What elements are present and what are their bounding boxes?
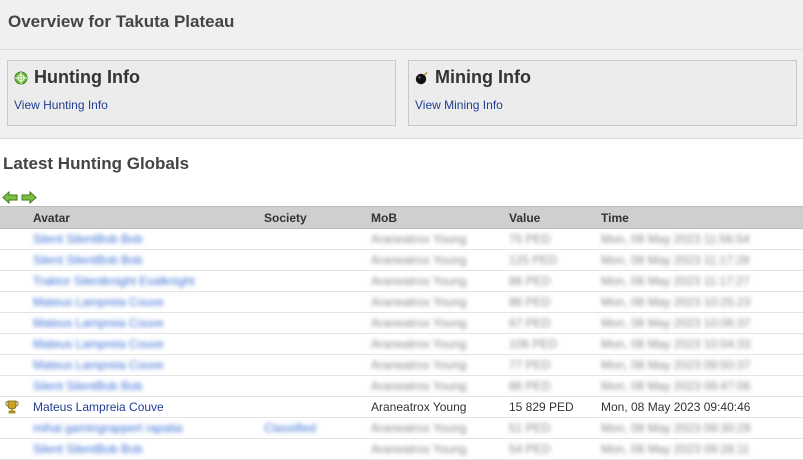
column-header-avatar[interactable]: Avatar <box>33 206 264 229</box>
row-icon-cell <box>0 270 33 292</box>
global-value: 86 PED <box>509 379 551 393</box>
trophy-icon <box>5 400 19 414</box>
global-value: 15 829 PED <box>509 400 574 414</box>
global-time: Mon, 08 May 2023 10:04:33 <box>601 337 751 351</box>
bomb-icon <box>415 71 428 84</box>
avatar-link[interactable]: Mateus Lampreia Couve <box>33 400 164 414</box>
mob-name: Araneatrox Young <box>371 295 467 309</box>
mob-name: Araneatrox Young <box>371 400 467 414</box>
arrow-left-icon[interactable] <box>2 191 18 204</box>
global-value: 51 PED <box>509 421 551 435</box>
column-header-mob[interactable]: MoB <box>371 206 509 229</box>
hunting-globals-table: Avatar Society MoB Value Time Silent Sil… <box>0 206 803 460</box>
global-value: 54 PED <box>509 442 551 456</box>
hunting-info-title: Hunting Info <box>34 67 140 87</box>
avatar-link[interactable]: Traktor Silentknight Evalknight <box>33 274 195 288</box>
row-icon-cell <box>0 312 33 334</box>
avatar-link[interactable]: Silent SilentBob Bob <box>33 232 142 246</box>
row-icon-cell <box>0 291 33 313</box>
column-header-time[interactable]: Time <box>601 206 803 229</box>
mining-info-heading: Mining Info <box>415 67 531 88</box>
table-row: Silent SilentBob Bob Araneatrox Young 75 P… <box>0 228 803 250</box>
column-header-society[interactable]: Society <box>264 206 371 229</box>
table-row: Mateus Lampreia Couve Araneatrox Young 67 … <box>0 312 803 334</box>
global-time: Mon, 08 May 2023 11:56:54 <box>601 232 750 246</box>
avatar-link[interactable]: Mateus Lampreia Couve <box>33 337 164 351</box>
avatar-link[interactable]: Silent SilentBob Bob <box>33 442 142 456</box>
global-value: 125 PED <box>509 253 558 267</box>
global-value: 86 PED <box>509 274 551 288</box>
mob-name: Araneatrox Young <box>371 442 467 456</box>
table-row: Mateus Lampreia Couve Araneatrox Young 86 … <box>0 291 803 313</box>
mob-name: Araneatrox Young <box>371 316 467 330</box>
row-icon-cell <box>0 396 33 418</box>
table-row: Mateus Lampreia Couve Araneatrox Young 106… <box>0 333 803 355</box>
global-value: 77 PED <box>509 358 551 372</box>
page-header: Overview for Takuta Plateau <box>0 0 803 50</box>
row-icon-cell <box>0 375 33 397</box>
table-row: Mateus Lampreia Couve Araneatrox Young 15 … <box>0 396 803 418</box>
global-time: Mon, 08 May 2023 09:28:11 <box>601 442 750 456</box>
hunting-info-box: Hunting Info View Hunting Info <box>7 60 396 126</box>
mob-name: Araneatrox Young <box>371 421 467 435</box>
row-icon-cell <box>0 228 33 250</box>
society-link[interactable]: Classified <box>264 421 316 435</box>
global-time: Mon, 08 May 2023 09:40:46 <box>601 400 751 414</box>
global-value: 86 PED <box>509 295 551 309</box>
table-row: Mateus Lampreia Couve Araneatrox Young 77 … <box>0 354 803 376</box>
global-time: Mon, 08 May 2023 10:25:23 <box>601 295 751 309</box>
global-value: 67 PED <box>509 316 551 330</box>
global-time: Mon, 08 May 2023 09:47:06 <box>601 379 751 393</box>
mob-name: Araneatrox Young <box>371 253 467 267</box>
row-icon-cell <box>0 438 33 460</box>
page-title: Overview for Takuta Plateau <box>8 12 235 31</box>
row-icon-cell <box>0 249 33 271</box>
global-time: Mon, 08 May 2023 09:30:29 <box>601 421 751 435</box>
mob-name: Araneatrox Young <box>371 337 467 351</box>
global-time: Mon, 08 May 2023 10:06:37 <box>601 316 751 330</box>
crosshair-icon <box>14 71 28 84</box>
global-value: 106 PED <box>509 337 558 351</box>
avatar-link[interactable]: Mateus Lampreia Couve <box>33 295 164 309</box>
global-time: Mon, 08 May 2023 11:17:27 <box>601 274 750 288</box>
global-time: Mon, 08 May 2023 09:50:37 <box>601 358 751 372</box>
mining-info-box: Mining Info View Mining Info <box>408 60 797 126</box>
global-time: Mon, 08 May 2023 11:17:28 <box>601 253 750 267</box>
table-row: mihai gamingrappert rapatia Classified Ara… <box>0 417 803 439</box>
view-hunting-info-link[interactable]: View Hunting Info <box>14 98 108 112</box>
avatar-link[interactable]: mihai gamingrappert rapatia <box>33 421 182 435</box>
mining-info-title: Mining Info <box>435 67 531 87</box>
row-icon-cell <box>0 333 33 355</box>
table-row: Silent SilentBob Bob Araneatrox Young 86 P… <box>0 375 803 397</box>
table-header-row: Avatar Society MoB Value Time <box>0 206 803 229</box>
view-mining-info-link[interactable]: View Mining Info <box>415 98 503 112</box>
global-value: 75 PED <box>509 232 551 246</box>
avatar-link[interactable]: Mateus Lampreia Couve <box>33 358 164 372</box>
row-icon-cell <box>0 354 33 376</box>
table-row: Traktor Silentknight Evalknight Araneatro… <box>0 270 803 292</box>
avatar-link[interactable]: Silent SilentBob Bob <box>33 379 142 393</box>
avatar-link[interactable]: Mateus Lampreia Couve <box>33 316 164 330</box>
table-row: Silent SilentBob Bob Araneatrox Young 54 P… <box>0 438 803 460</box>
column-header-icon <box>0 206 33 229</box>
pagination-arrows <box>2 191 37 204</box>
mob-name: Araneatrox Young <box>371 379 467 393</box>
mob-name: Araneatrox Young <box>371 358 467 372</box>
hunting-info-heading: Hunting Info <box>14 67 140 88</box>
table-row: Silent SilentBob Bob Araneatrox Young 125 … <box>0 249 803 271</box>
mob-name: Araneatrox Young <box>371 274 467 288</box>
latest-hunting-globals-title: Latest Hunting Globals <box>3 154 190 173</box>
arrow-right-icon[interactable] <box>21 191 37 204</box>
column-header-value[interactable]: Value <box>509 206 601 229</box>
mob-name: Araneatrox Young <box>371 232 467 246</box>
info-boxes: Hunting Info View Hunting Info Mining In… <box>0 50 803 139</box>
avatar-link[interactable]: Silent SilentBob Bob <box>33 253 142 267</box>
row-icon-cell <box>0 417 33 439</box>
